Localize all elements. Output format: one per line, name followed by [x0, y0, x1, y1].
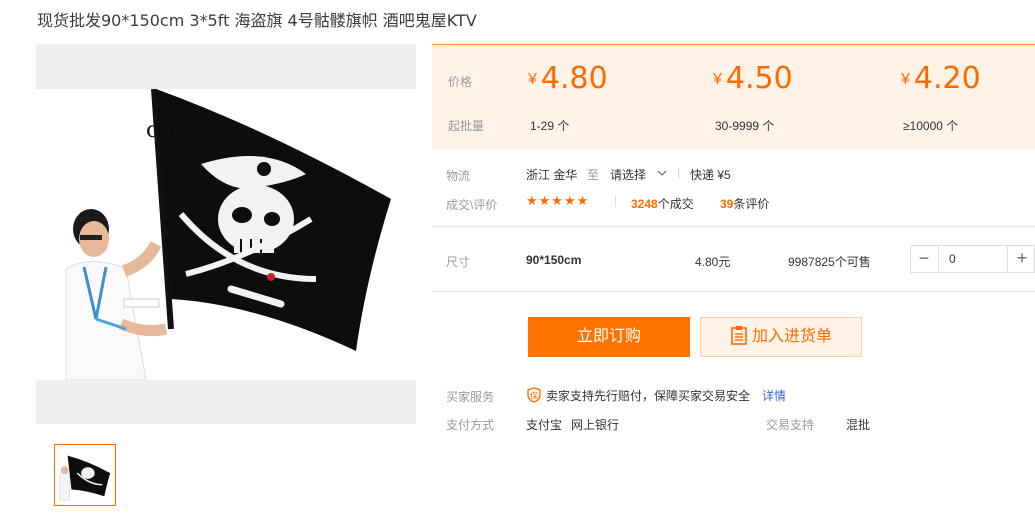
divider: |: [614, 193, 618, 207]
thumbnail-selected[interactable]: [54, 444, 116, 506]
price-tier-2: ¥4.50: [713, 61, 793, 96]
size-label: 尺寸: [446, 255, 471, 269]
shipping-fee: 快递 ¥5: [690, 168, 731, 182]
price-label: 价格: [448, 75, 473, 89]
moq-range-1: 1-29 个: [530, 119, 570, 133]
moq-range-2: 30-9999 个: [715, 119, 775, 133]
quantity-input[interactable]: 0: [938, 246, 1008, 272]
currency-symbol: ¥: [713, 71, 722, 88]
payment-method-bank: 网上银行: [571, 418, 620, 432]
review-count[interactable]: 39条评价: [720, 195, 769, 212]
price-value: 4.20: [913, 61, 981, 96]
quantity-stepper: − 0 +: [910, 245, 1035, 273]
deals-label: 成交\评价: [446, 198, 498, 212]
increment-button[interactable]: +: [1009, 246, 1035, 272]
add-to-cart-label: 加入进货单: [751, 328, 832, 345]
price-tier-1: ¥4.80: [528, 61, 608, 96]
clipboard-icon: [731, 326, 747, 345]
thumbnail-image: [56, 446, 114, 504]
review-suffix: 条评价: [733, 197, 770, 211]
section-divider: [432, 291, 1035, 292]
sku-price: 4.80元: [695, 255, 731, 269]
sku-stock: 9987825个可售: [788, 255, 871, 269]
decrement-button[interactable]: −: [911, 246, 937, 272]
review-number: 39: [720, 197, 734, 211]
price-tier-3: ¥4.20: [901, 61, 981, 96]
sold-suffix: 个成交: [657, 197, 694, 211]
origin-location: 浙江 金华: [526, 168, 578, 182]
section-divider: [432, 226, 1035, 227]
currency-symbol: ¥: [901, 71, 910, 88]
shield-icon: 保: [527, 387, 541, 403]
pirate-flag: cm: [146, 89, 391, 351]
moq-range-3: ≥10000 个: [903, 119, 959, 133]
details-link[interactable]: 详情: [762, 387, 786, 404]
divider: |: [677, 165, 681, 179]
logistics-label: 物流: [446, 169, 471, 183]
sold-number: 3248: [631, 197, 658, 211]
sold-count[interactable]: 3248个成交: [631, 195, 694, 212]
buyer-protection-text: 卖家支持先行赔付，保障买家交易安全: [546, 389, 751, 403]
buyer-service-label: 买家服务: [446, 390, 495, 404]
chevron-down-icon[interactable]: [657, 169, 667, 177]
sku-name: 90*150cm: [526, 253, 582, 267]
price-panel: 价格 起批量 ¥4.80 1-29 个 ¥4.50 30-9999 个 ¥4.2…: [432, 44, 1035, 149]
payment-method-alipay: 支付宝: [526, 418, 563, 432]
to-text: 至: [587, 168, 600, 182]
destination-select[interactable]: 请选择: [610, 166, 646, 183]
trade-support-label: 交易支持: [766, 418, 815, 432]
payment-label: 支付方式: [446, 418, 495, 432]
add-to-cart-button[interactable]: 加入进货单: [700, 317, 862, 357]
product-photo[interactable]: cm: [36, 89, 416, 380]
shield-badge-text: 保: [530, 391, 538, 401]
svg-text:cm: cm: [146, 118, 179, 143]
rating-stars[interactable]: ★★★★★: [526, 193, 589, 209]
buy-now-button[interactable]: 立即订购: [528, 317, 690, 357]
currency-symbol: ¥: [528, 71, 537, 88]
product-title: 现货批发90*150cm 3*5ft 海盗旗 4号骷髅旗帜 酒吧鬼屋KTV: [37, 11, 477, 30]
person-figure: [65, 209, 168, 380]
price-value: 4.80: [540, 61, 608, 96]
buyer-protection: 保 卖家支持先行赔付，保障买家交易安全: [526, 387, 750, 404]
moq-label: 起批量: [448, 119, 485, 133]
price-value: 4.50: [725, 61, 793, 96]
trade-support-value: 混批: [846, 418, 871, 432]
